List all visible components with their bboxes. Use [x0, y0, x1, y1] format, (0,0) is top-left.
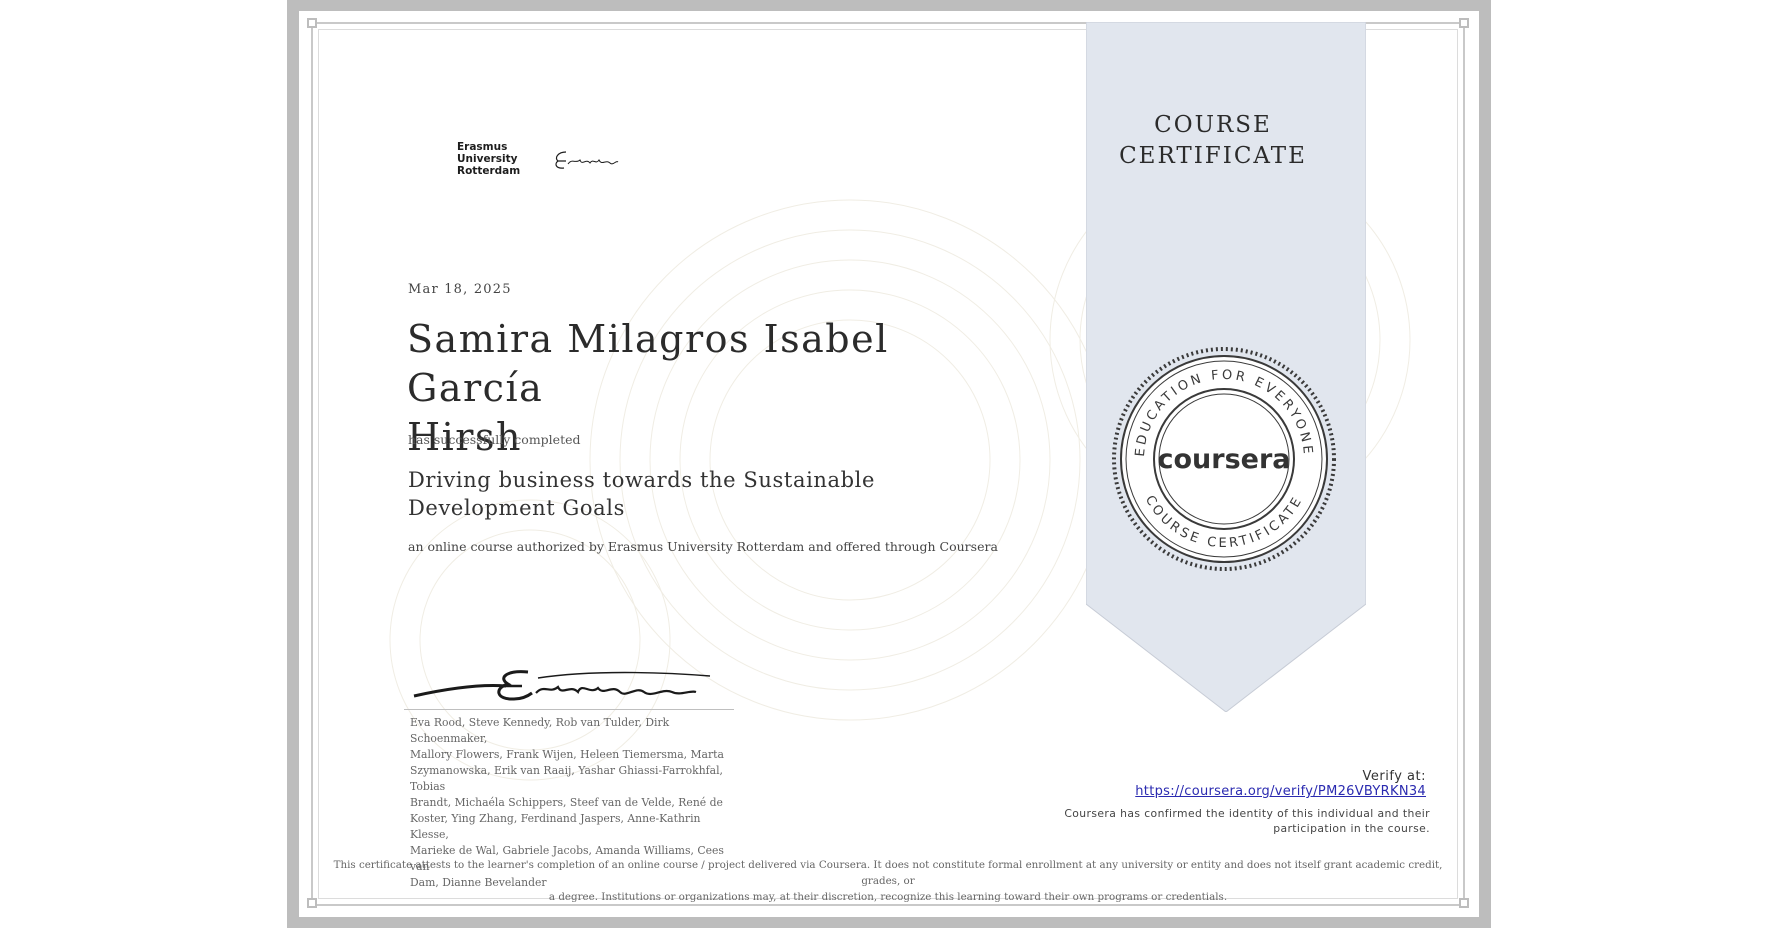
instructor-line: Szymanowska, Erik van Raaij, Yashar Ghia…: [410, 764, 723, 793]
instructor-line: Brandt, Michaéla Schippers, Steef van de…: [410, 796, 723, 809]
identity-line2: participation in the course.: [1273, 822, 1430, 835]
course-title-line2: Development Goals: [408, 496, 625, 520]
disclaimer-line2: a degree. Institutions or organizations …: [548, 891, 1228, 903]
verify-link[interactable]: https://coursera.org/verify/PM26VBYRKN34: [1135, 784, 1426, 799]
signature-rule: [404, 709, 734, 710]
corner-ornament-top-left: [307, 18, 317, 28]
coursera-seal: EDUCATION FOR EVERYONE COURSE CERTIFICAT…: [1112, 347, 1336, 571]
certificate-disclaimer: This certificate attests to the learner'…: [330, 857, 1446, 905]
instructor-line: Mallory Flowers, Frank Wijen, Heleen Tie…: [410, 748, 724, 761]
completion-date: Mar 18, 2025: [408, 282, 512, 297]
identity-statement: Coursera has confirmed the identity of t…: [1030, 806, 1430, 836]
ribbon-title-line1: COURSE: [1154, 112, 1272, 138]
logo-line: Erasmus: [457, 141, 508, 153]
course-title: Driving business towards the Sustainable…: [408, 466, 928, 522]
disclaimer-line1: This certificate attests to the learner'…: [333, 859, 1443, 887]
ribbon-title-line2: CERTIFICATE: [1119, 143, 1307, 169]
instructor-signature: [413, 670, 711, 701]
instructor-line: Eva Rood, Steve Kennedy, Rob van Tulder,…: [410, 716, 670, 745]
seal-brand: coursera: [1157, 444, 1290, 475]
ribbon-title: COURSE CERTIFICATE: [1086, 110, 1340, 172]
identity-line1: Coursera has confirmed the identity of t…: [1064, 807, 1430, 820]
corner-ornament-top-right: [1459, 18, 1469, 28]
corner-ornament-bottom-right: [1459, 898, 1469, 908]
completed-text: has successfully completed: [408, 432, 581, 447]
course-title-line1: Driving business towards the Sustainable: [408, 468, 876, 492]
institution-logo: Erasmus University Rotterdam: [457, 141, 520, 177]
erasmus-signature-logo: [555, 151, 619, 169]
verify-label: Verify at:: [1362, 769, 1426, 784]
recipient-name-line1: Samira Milagros Isabel García: [407, 317, 889, 410]
corner-ornament-bottom-left: [307, 898, 317, 908]
authorization-text: an online course authorized by Erasmus U…: [408, 539, 998, 554]
logo-line: Rotterdam: [457, 165, 521, 177]
instructor-line: Koster, Ying Zhang, Ferdinand Jaspers, A…: [410, 812, 701, 841]
logo-line: University: [457, 153, 518, 165]
